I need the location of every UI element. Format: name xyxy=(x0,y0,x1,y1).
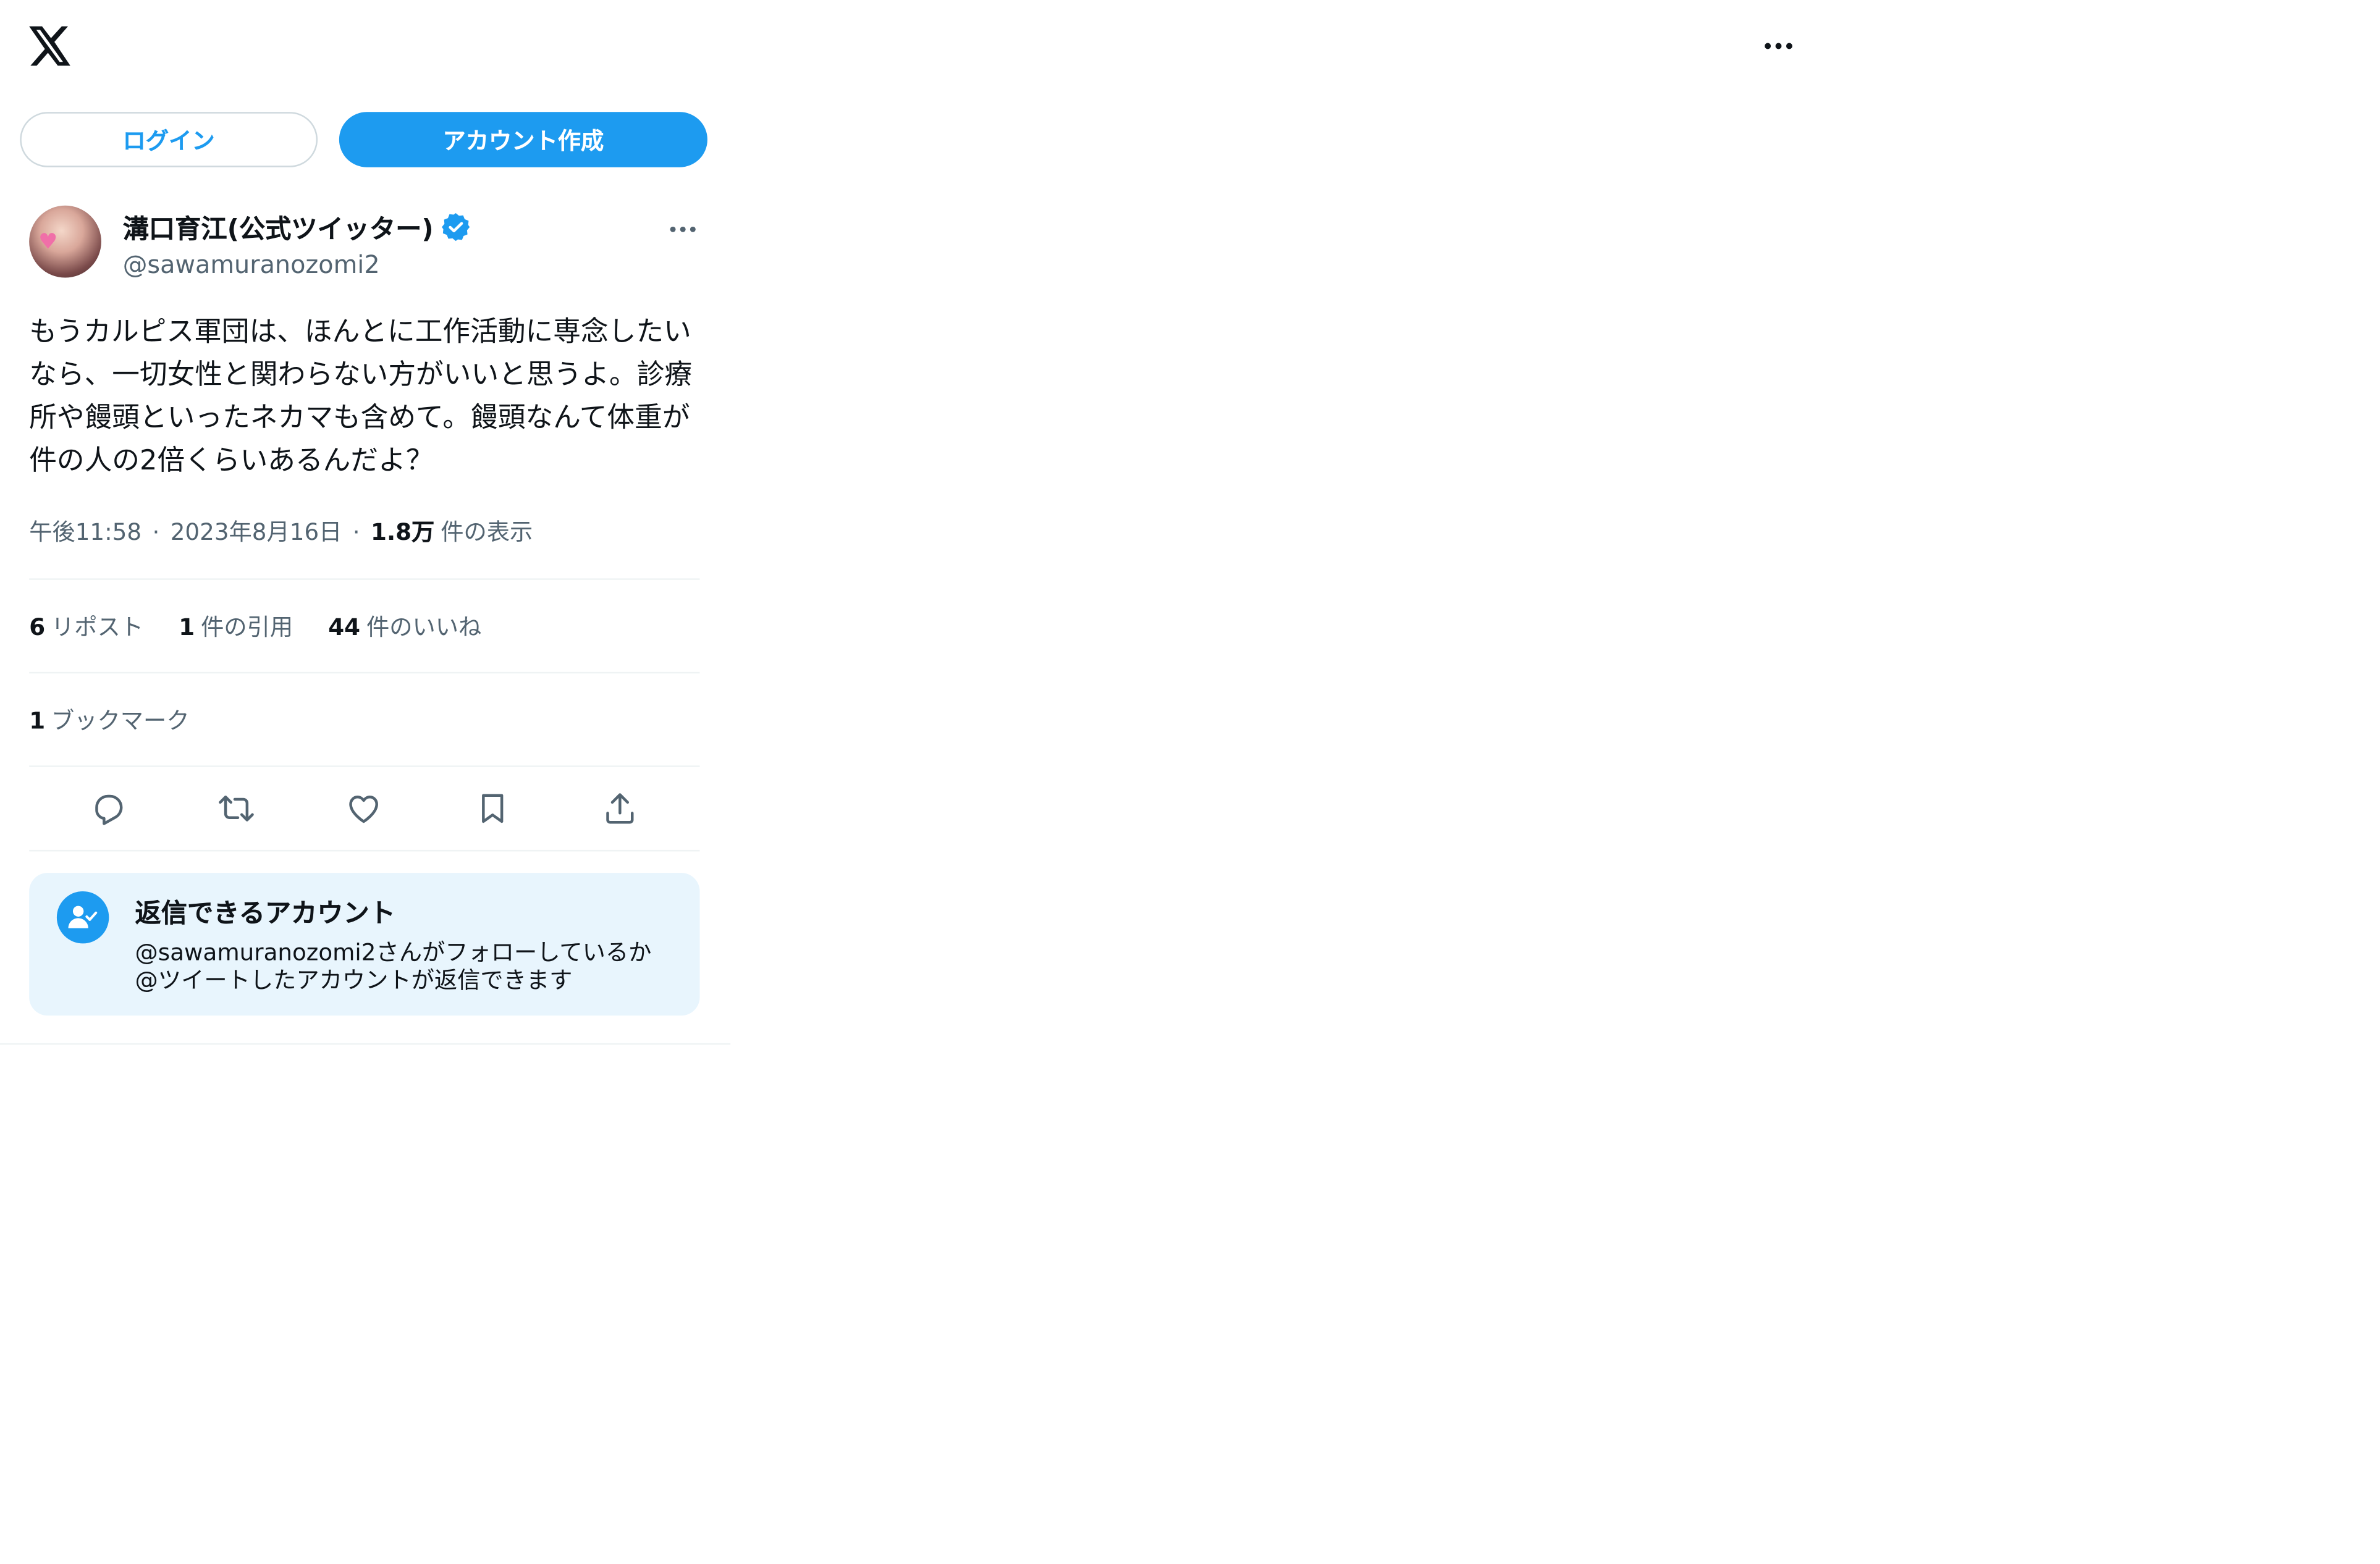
handle[interactable]: @sawamuranozomi2 xyxy=(123,250,471,279)
reply-icon[interactable] xyxy=(88,789,129,829)
x-logo-icon[interactable] xyxy=(28,23,74,69)
heart-sticker-icon: ♥ xyxy=(38,230,58,255)
verified-badge-icon xyxy=(440,211,471,242)
reposts-label: リポスト xyxy=(51,613,144,641)
divider xyxy=(29,849,700,852)
display-name-row: 溝口育江(公式ツイッター) xyxy=(123,207,471,245)
reply-restriction-line: @ツイートしたアカウントが返信できます xyxy=(135,966,573,994)
reposts-stat[interactable]: 6 リポスト xyxy=(29,610,143,642)
followers-check-icon xyxy=(56,891,109,944)
quotes-stat[interactable]: 1 件の引用 xyxy=(179,610,293,642)
auth-buttons: ログイン アカウント作成 xyxy=(0,92,732,167)
tweet-time[interactable]: 午後11:58 xyxy=(29,515,141,547)
top-bar xyxy=(0,0,1826,92)
reply-restriction-title: 返信できるアカウント xyxy=(135,899,395,930)
reply-restriction-line: @sawamuranozomi2さんがフォローしているか xyxy=(135,938,652,967)
bookmarks-label: ブックマーク xyxy=(51,706,190,734)
bookmark-icon[interactable] xyxy=(473,789,513,829)
more-horizontal-icon[interactable] xyxy=(1758,26,1799,66)
tweet-author: ♥ 溝口育江(公式ツイッター) @sawamuranozomi2 xyxy=(29,205,700,279)
reply-restriction-text: 返信できるアカウント @sawamuranozomi2さんがフォローしているか … xyxy=(135,891,652,994)
tweet-page: ログイン アカウント作成 ♥ 溝口育江(公式ツイッター) @sawamurano… xyxy=(0,0,1826,1045)
tweet-date[interactable]: 2023年8月16日 xyxy=(171,515,342,547)
reply-restriction-body: @sawamuranozomi2さんがフォローしているか @ツイートしたアカウン… xyxy=(135,939,652,994)
views-count: 1.8万 xyxy=(371,518,435,547)
likes-label: 件のいいね xyxy=(366,613,482,641)
like-icon[interactable] xyxy=(344,789,384,829)
tweet-stats: 6 リポスト 1 件の引用 44 件のいいね xyxy=(29,580,699,672)
tweet-more-icon[interactable] xyxy=(666,212,700,246)
views-label: 件の表示 xyxy=(441,518,533,547)
login-button[interactable]: ログイン xyxy=(20,112,318,167)
bookmarks-count: 1 xyxy=(29,706,46,734)
display-name[interactable]: 溝口育江(公式ツイッター) xyxy=(123,207,434,246)
likes-stat[interactable]: 44 件のいいね xyxy=(328,610,481,642)
quotes-count: 1 xyxy=(179,613,195,641)
divider xyxy=(0,1043,731,1045)
tweet-actions xyxy=(29,767,699,850)
reply-restriction-box: 返信できるアカウント @sawamuranozomi2さんがフォローしているか … xyxy=(29,873,700,1016)
tweet-text: もうカルピス軍団は、ほんとに工作活動に専念したいなら、一切女性と関わらない方がい… xyxy=(29,316,693,477)
author-names: 溝口育江(公式ツイッター) @sawamuranozomi2 xyxy=(123,207,471,279)
avatar[interactable]: ♥ xyxy=(29,205,101,278)
likes-count: 44 xyxy=(328,613,361,641)
signup-button[interactable]: アカウント作成 xyxy=(339,112,707,167)
tweet: ♥ 溝口育江(公式ツイッター) @sawamuranozomi2 もうカルピス軍… xyxy=(0,167,731,1045)
quotes-label: 件の引用 xyxy=(201,613,293,641)
share-icon[interactable] xyxy=(601,789,641,829)
reposts-count: 6 xyxy=(29,613,46,641)
meta-separator: · xyxy=(352,518,360,545)
bookmarks-stat: 1 ブックマーク xyxy=(29,704,189,736)
tweet-meta: 午後11:58 · 2023年8月16日 · 1.8万 件の表示 xyxy=(29,515,699,547)
bookmark-stats: 1 ブックマーク xyxy=(29,673,699,765)
retweet-icon[interactable] xyxy=(216,789,256,829)
meta-separator: · xyxy=(152,518,160,545)
